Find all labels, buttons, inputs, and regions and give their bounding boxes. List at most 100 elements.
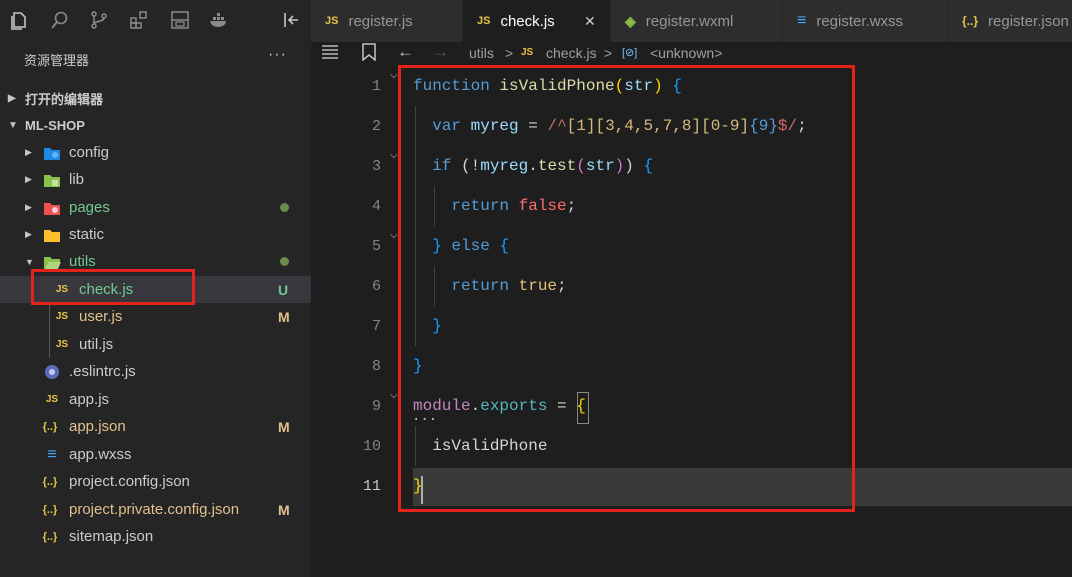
fold-chevron-icon[interactable]: ⌵ bbox=[390, 70, 398, 82]
chevron-right-icon: ▶ bbox=[25, 174, 32, 184]
eslint-file-icon bbox=[43, 363, 61, 381]
activity-bar bbox=[0, 0, 311, 42]
tab-register-json[interactable]: {..} register.json bbox=[948, 0, 1072, 42]
git-status-dot bbox=[280, 257, 289, 266]
tab-register-wxml[interactable]: ◈ register.wxml bbox=[611, 0, 783, 42]
line-number: 9 bbox=[371, 398, 381, 415]
chevron-down-icon: ▼ bbox=[8, 119, 18, 131]
tree-item-label: project.private.config.json bbox=[69, 501, 240, 518]
json-file-icon: {..} bbox=[962, 14, 979, 28]
line-number: 5 bbox=[371, 238, 381, 255]
symbol-icon: [⊘] bbox=[622, 47, 638, 59]
line-number: 2 bbox=[371, 118, 381, 135]
open-editors-section[interactable]: ▶ 打开的编辑器 bbox=[0, 85, 311, 111]
line-number: 4 bbox=[371, 198, 381, 215]
tree-item-label: static bbox=[69, 226, 105, 243]
chevron-down-icon: ▼ bbox=[25, 256, 34, 267]
js-file-icon: JS bbox=[45, 394, 59, 405]
back-arrow-icon[interactable]: ← bbox=[397, 42, 414, 62]
js-file-icon: JS bbox=[477, 15, 491, 27]
tree-item-label: .eslintrc.js bbox=[69, 363, 136, 380]
tab-label: register.js bbox=[348, 12, 413, 30]
line-number: 3 bbox=[371, 158, 381, 175]
tab-label: register.wxss bbox=[816, 12, 904, 30]
tab-check-js[interactable]: JS check.js ✕ bbox=[463, 0, 611, 42]
annotation-box-code bbox=[398, 65, 855, 512]
tree-item-user-js[interactable]: JS user.js M bbox=[0, 303, 311, 330]
files-icon[interactable] bbox=[8, 8, 30, 32]
js-file-icon: JS bbox=[55, 311, 69, 322]
tree-item-config[interactable]: ▶ config bbox=[0, 139, 311, 166]
tree-item-label: user.js bbox=[79, 308, 123, 325]
json-file-icon: {..} bbox=[42, 420, 58, 433]
git-badge: M bbox=[278, 501, 290, 518]
git-badge: U bbox=[278, 281, 289, 298]
tree-item-app-js[interactable]: JS app.js bbox=[0, 386, 311, 413]
fold-chevron-icon[interactable]: ⌵ bbox=[390, 230, 398, 242]
line-number: 7 bbox=[371, 318, 381, 335]
tree-item-static[interactable]: ▶ static bbox=[0, 221, 311, 248]
js-file-icon: JS bbox=[325, 15, 339, 27]
line-number: 11 bbox=[362, 478, 381, 495]
close-icon[interactable]: ✕ bbox=[584, 13, 596, 30]
json-file-icon: {..} bbox=[42, 475, 58, 488]
tree-item-label: pages bbox=[69, 199, 110, 216]
git-status-dot bbox=[280, 203, 289, 212]
breadcrumb-separator: > bbox=[505, 45, 514, 61]
css-file-icon: ≡ bbox=[47, 445, 57, 463]
open-editors-label: 打开的编辑器 bbox=[25, 91, 104, 107]
breadcrumb-file[interactable]: check.js bbox=[546, 45, 597, 61]
line-number: 6 bbox=[371, 278, 381, 295]
folder-icon bbox=[43, 226, 61, 244]
pages-folder-icon bbox=[43, 199, 61, 217]
tree-item-label: sitemap.json bbox=[69, 528, 154, 545]
source-control-icon[interactable] bbox=[88, 8, 110, 32]
breadcrumb-folder[interactable]: utils bbox=[469, 45, 494, 61]
more-actions-button[interactable]: ··· bbox=[268, 46, 287, 64]
tree-item-app-json[interactable]: {..} app.json M bbox=[0, 413, 311, 440]
tree-item-label: lib bbox=[69, 171, 85, 188]
tab-label: register.wxml bbox=[645, 12, 734, 30]
fold-chevron-icon[interactable]: ⌵ bbox=[390, 390, 398, 402]
breadcrumb: ← → utils > JS check.js > [⊘] <unknown> bbox=[311, 42, 1072, 66]
breadcrumb-symbol[interactable]: <unknown> bbox=[650, 45, 722, 61]
tab-label: register.json bbox=[988, 12, 1069, 30]
line-number: 10 bbox=[362, 438, 381, 455]
bookmark-icon[interactable] bbox=[361, 43, 377, 64]
extensions-icon[interactable] bbox=[128, 8, 150, 32]
wxml-file-icon: ◈ bbox=[625, 12, 636, 29]
line-number: 8 bbox=[371, 358, 381, 375]
tree-item-util-js[interactable]: JS util.js bbox=[0, 331, 311, 358]
search-icon[interactable] bbox=[49, 8, 71, 32]
css-file-icon: ≡ bbox=[797, 12, 807, 29]
git-badge: M bbox=[278, 418, 290, 435]
tab-label: check.js bbox=[500, 12, 555, 30]
tab-register-wxss[interactable]: ≡ register.wxss bbox=[783, 0, 948, 42]
forward-arrow-icon[interactable]: → bbox=[432, 42, 449, 62]
js-file-icon: JS bbox=[55, 339, 69, 350]
tree-item-app-wxss[interactable]: ≡ app.wxss bbox=[0, 441, 311, 468]
tree-item-lib[interactable]: ▶ lib bbox=[0, 166, 311, 193]
gear-folder-icon bbox=[43, 144, 61, 162]
project-section[interactable]: ▼ ML-SHOP bbox=[0, 112, 311, 138]
tree-item-label: app.wxss bbox=[69, 446, 132, 463]
tree-item-sitemap[interactable]: {..} sitemap.json bbox=[0, 523, 311, 550]
remote-explorer-icon[interactable] bbox=[169, 8, 191, 32]
docker-icon[interactable] bbox=[208, 8, 230, 32]
tree-item-pages[interactable]: ▶ pages bbox=[0, 194, 311, 221]
tree-item-label: project.config.json bbox=[69, 473, 190, 490]
tree-item-project-config[interactable]: {..} project.config.json bbox=[0, 468, 311, 495]
editor-tabs: JS register.js JS check.js ✕ ◈ register.… bbox=[311, 0, 1072, 42]
tree-item-project-private-config[interactable]: {..} project.private.config.json M bbox=[0, 496, 311, 523]
chevron-right-icon: ▶ bbox=[25, 202, 32, 212]
fold-chevron-icon[interactable]: ⌵ bbox=[390, 150, 398, 162]
tab-register-js[interactable]: JS register.js bbox=[311, 0, 463, 42]
annotation-box-file bbox=[31, 269, 195, 305]
collapse-panel-icon[interactable] bbox=[281, 8, 303, 32]
tree-item-label: app.js bbox=[69, 391, 110, 408]
tree-item-eslintrc[interactable]: .eslintrc.js bbox=[0, 358, 311, 385]
chevron-right-icon: ▶ bbox=[25, 229, 32, 239]
list-icon[interactable] bbox=[320, 43, 340, 64]
tree-item-label: util.js bbox=[79, 336, 114, 353]
lib-folder-icon bbox=[43, 171, 61, 189]
